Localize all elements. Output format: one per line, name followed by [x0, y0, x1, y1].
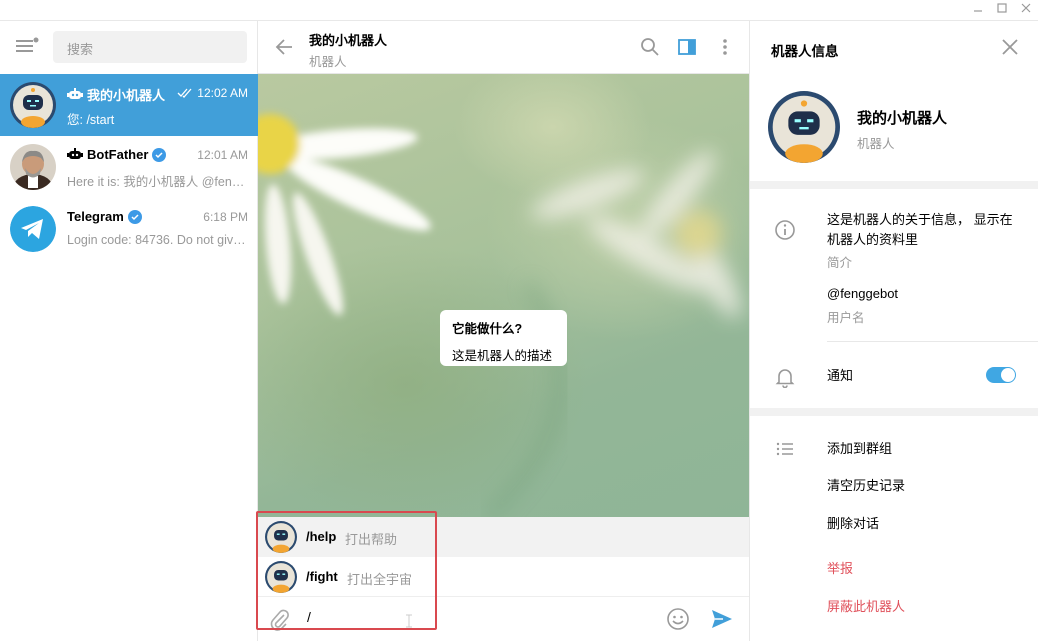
window-titlebar [0, 0, 1038, 21]
bot-icon [67, 148, 83, 159]
avatar [10, 82, 56, 128]
emoji-button[interactable] [666, 607, 690, 636]
minimize-icon [974, 10, 982, 12]
send-icon [712, 610, 732, 628]
toggle-info-panel-button[interactable] [676, 36, 698, 58]
chat-time: 12:01 AM [197, 148, 248, 162]
chat-name-text: 我的小机器人 [87, 88, 166, 103]
notifications-toggle[interactable] [986, 367, 1016, 383]
chat-list-panel: 搜索 我的小机器人 12:02 AM 您: /start BotFather 1… [0, 21, 258, 641]
about-text-line: 机器人的资料里 [827, 232, 919, 247]
search-button[interactable] [639, 36, 661, 58]
bot-icon [67, 88, 83, 99]
info-panel-title: 机器人信息 [771, 44, 839, 59]
avatar [10, 206, 56, 252]
info-icon [774, 219, 796, 241]
clear-history-action[interactable]: 清空历史记录 [827, 476, 905, 496]
chat-time: 6:18 PM [203, 210, 248, 224]
avatar[interactable] [768, 91, 840, 163]
more-options-button[interactable] [714, 36, 736, 58]
row-divider [827, 341, 1038, 342]
report-action[interactable]: 举报 [827, 559, 853, 579]
close-icon [1002, 39, 1018, 55]
verified-icon [152, 147, 167, 162]
emoji-icon [667, 608, 689, 630]
chat-preview: 您: /start [67, 113, 115, 127]
chat-subtitle: 机器人 [309, 55, 347, 69]
highlight-annotation-box [256, 511, 437, 630]
toggle-knob [1001, 368, 1015, 382]
section-divider [750, 408, 1038, 416]
chat-name: Telegram [67, 209, 142, 224]
bot-description-card: 它能做什么? 这是机器人的描述 [440, 310, 567, 366]
botfather-avatar-icon [10, 144, 56, 190]
search-placeholder: 搜索 [67, 42, 94, 57]
sidebar-toggle-icon [678, 39, 696, 55]
maximize-button[interactable] [990, 2, 1014, 19]
section-divider [750, 181, 1038, 189]
robot-icon [768, 91, 840, 163]
bell-icon [774, 366, 796, 389]
chat-time: 12:02 AM [177, 86, 248, 100]
send-button[interactable] [710, 607, 734, 636]
chat-header: 我的小机器人 机器人 [258, 21, 749, 74]
robot-icon [10, 82, 56, 128]
chat-name: BotFather [67, 147, 167, 162]
username-label: 用户名 [827, 311, 865, 325]
minimize-button[interactable] [966, 2, 990, 19]
about-text: 这是机器人的关于信息， 显示在 机器人的资料里 [827, 210, 1013, 250]
block-bot-action[interactable]: 屏蔽此机器人 [827, 597, 905, 617]
username-value[interactable]: @fenggebot [827, 284, 898, 304]
search-icon [641, 38, 659, 56]
close-info-button[interactable] [1000, 37, 1020, 57]
chat-background: 它能做什么? 这是机器人的描述 [258, 74, 749, 517]
daisy-wallpaper-image [258, 114, 741, 517]
back-button[interactable] [274, 36, 296, 58]
chat-title[interactable]: 我的小机器人 [309, 30, 387, 49]
more-icon [723, 39, 727, 55]
chat-item-telegram[interactable]: Telegram 6:18 PM Login code: 84736. Do n… [0, 198, 258, 260]
chat-name-text: Telegram [67, 209, 124, 224]
bot-description-title: 它能做什么? [452, 322, 523, 336]
bot-info-panel: 机器人信息 我的小机器人 机器人 这是机器人的关于信息， 显示在 机器人的资料里… [749, 21, 1038, 641]
bot-description-text: 这是机器人的描述 [452, 349, 553, 363]
delete-chat-action[interactable]: 删除对话 [827, 514, 879, 534]
add-to-group-action[interactable]: 添加到群组 [827, 439, 892, 459]
chat-name-text: BotFather [87, 147, 149, 162]
chat-item-botfather[interactable]: BotFather 12:01 AM Here it is: 我的小机器人 @f… [0, 136, 258, 198]
chat-name: 我的小机器人 [67, 85, 165, 104]
about-text-line: 这是机器人的关于信息， 显示在 [827, 212, 1013, 227]
chat-preview: Here it is: 我的小机器人 @fenggebot [67, 175, 247, 189]
avatar [10, 144, 56, 190]
notifications-label: 通知 [827, 368, 854, 383]
about-label: 简介 [827, 256, 853, 270]
double-check-icon [177, 88, 192, 98]
search-input[interactable]: 搜索 [53, 31, 247, 63]
verified-icon [127, 209, 142, 224]
maximize-icon [997, 3, 1007, 13]
back-arrow-icon [275, 39, 292, 55]
bot-type: 机器人 [857, 137, 895, 151]
chat-preview: Login code: 84736. Do not give this code… [67, 233, 247, 247]
bot-name: 我的小机器人 [857, 110, 948, 127]
list-icon [774, 438, 796, 460]
chat-item-my-bot[interactable]: 我的小机器人 12:02 AM 您: /start [0, 74, 258, 136]
window-close-icon [1021, 3, 1031, 13]
menu-button[interactable] [14, 35, 40, 57]
menu-icon [16, 37, 39, 52]
window-close-button[interactable] [1014, 2, 1038, 19]
chat-time-text: 12:02 AM [197, 86, 248, 100]
telegram-logo-icon [10, 206, 56, 252]
